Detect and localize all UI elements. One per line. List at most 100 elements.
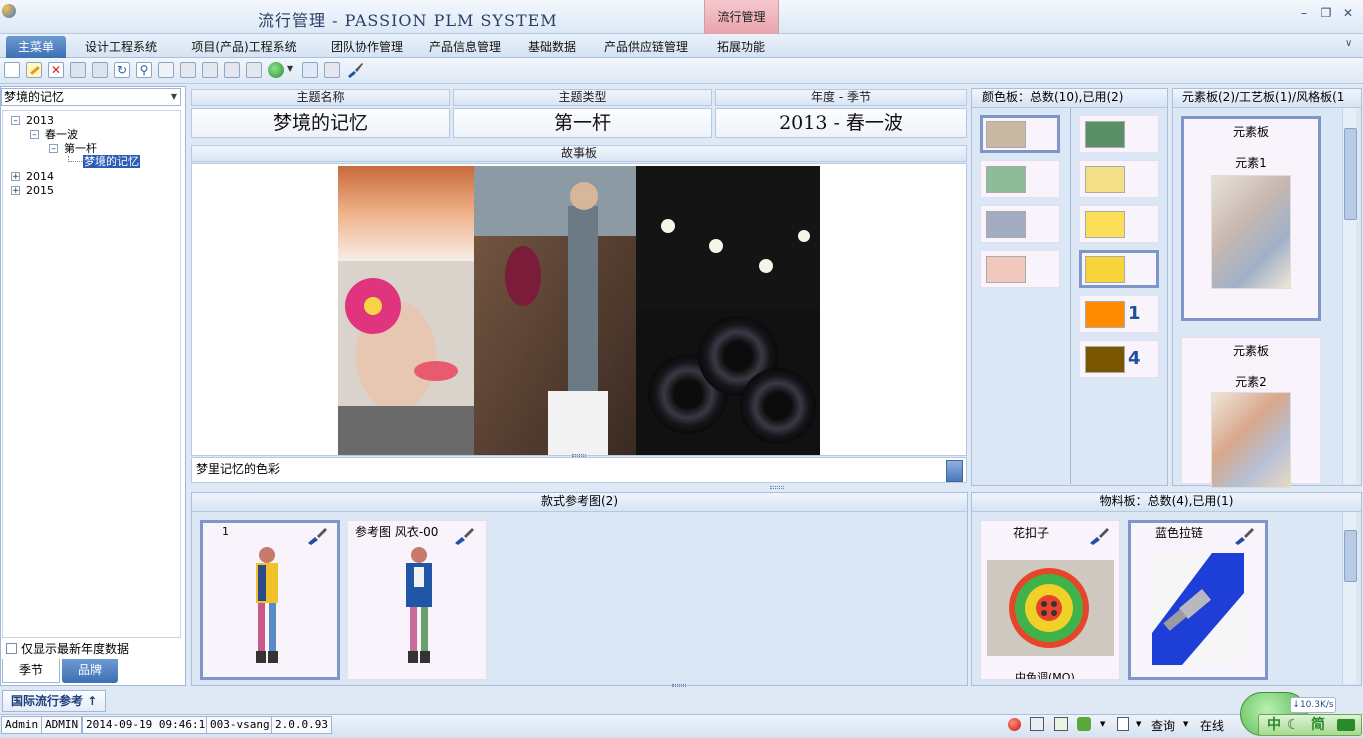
save-icon[interactable] [70,62,86,78]
color-swatch [1085,346,1125,373]
paint-brush-icon[interactable] [1233,527,1255,545]
print-disabled-icon[interactable] [180,62,196,78]
tree-toggle-icon[interactable]: + [11,172,20,182]
material-card-label: 花扣子 [1013,526,1050,540]
color-usage-count: 4 [1128,348,1141,369]
tree-node-first-pole[interactable]: 第一杆 [64,142,97,155]
color-swatch [986,121,1026,148]
tree-node-2015[interactable]: 2015 [26,184,54,197]
edit-icon[interactable] [26,62,42,78]
calculator-icon[interactable] [1030,717,1044,731]
storyboard-collage-image[interactable] [338,166,820,455]
restore-icon[interactable]: ❐ [1318,6,1334,20]
element-card[interactable]: 元素板 元素1 [1181,116,1321,321]
query-button[interactable]: 查询 [1151,717,1175,734]
tab-brand[interactable]: 品牌 [62,659,118,683]
storyboard-caption[interactable]: 梦里记忆的色彩 [191,457,967,483]
paint-brush-icon[interactable] [346,62,364,78]
dropdown-arrow-icon[interactable]: ▼ [1183,720,1188,728]
dropdown-arrow-icon[interactable]: ▼ [1100,720,1105,728]
status-user-code: Admin [1,716,43,734]
app-title: 流行管理 - PASSION PLM SYSTEM [258,11,558,30]
ime-mode[interactable]: 简 [1311,715,1325,735]
button-thumbnail [987,560,1114,656]
ime-lang[interactable]: 中 [1267,715,1281,735]
status-version: 2.0.0.93 [271,716,332,734]
material-scrollbar[interactable] [1342,512,1357,684]
tab-main-menu[interactable]: 主菜单 [6,36,66,58]
style-thumbnail [244,545,290,667]
chart-icon[interactable] [1054,717,1068,731]
export-icon[interactable] [202,62,218,78]
paint-brush-icon[interactable] [1088,527,1110,545]
approve-icon[interactable] [246,62,262,78]
clipboard-icon[interactable] [1117,717,1129,731]
tab-supply-chain[interactable]: 产品供应链管理 [596,36,696,58]
tab-project-engineering[interactable]: 项目(产品)工程系统 [176,36,312,58]
dropdown-arrow-icon[interactable]: ▼ [1136,720,1141,728]
only-latest-label: 仅显示最新年度数据 [21,642,130,656]
season-label: 年度 - 季节 [715,89,967,106]
tree-toggle-icon[interactable]: + [11,186,20,196]
tab-product-info[interactable]: 产品信息管理 [422,36,508,58]
dropdown-arrow-icon[interactable]: ▼ [287,64,293,73]
refresh-icon[interactable]: ↻ [114,62,130,78]
paint-brush-icon[interactable] [306,527,328,545]
tree-node-wave1[interactable]: 春一波 [45,128,78,141]
puzzle-icon[interactable] [1077,717,1091,731]
delete-icon[interactable]: ✕ [48,62,64,78]
arrow-up-icon: ↑ [87,694,98,708]
close-icon[interactable]: ✕ [1340,6,1356,20]
elements-panel-header: 元素板(2)/工艺板(1)/风格板(1 [1173,89,1361,108]
theme-name-value: 梦境的记忆 [191,108,450,138]
intl-trend-reference-link[interactable]: 国际流行参考 ↑ [2,690,106,712]
tab-team-collaboration[interactable]: 团队协作管理 [324,36,410,58]
tab-design-engineering[interactable]: 设计工程系统 [78,36,164,58]
color-panel-header: 颜色板：总数(10),已用(2) [972,89,1167,108]
tree-toggle-icon[interactable]: – [30,130,39,140]
tab-base-data[interactable]: 基础数据 [520,36,584,58]
preview-icon[interactable]: ⚲ [136,62,152,78]
color-swatch [1085,166,1125,193]
paint-brush-icon[interactable] [453,527,475,545]
theme-select[interactable]: 梦境的记忆 ▼ [1,88,181,106]
element-card[interactable]: 元素板 元素2 [1181,337,1321,488]
elements-scrollbar[interactable] [1342,108,1357,484]
import-icon[interactable] [224,62,240,78]
context-tab[interactable]: 流行管理 [704,0,779,34]
tree-connector [68,156,82,162]
only-latest-checkbox[interactable] [6,643,17,654]
tree-toggle-icon[interactable]: – [49,144,58,154]
tab-season[interactable]: 季节 [2,659,60,683]
splitter-grip[interactable] [572,454,586,457]
splitter-grip[interactable] [770,486,784,489]
green-circle-icon[interactable] [268,62,284,78]
color-swatch [1085,211,1125,238]
element-card-title: 元素板 [1232,344,1269,358]
print-icon[interactable] [158,62,174,78]
tab-extensions[interactable]: 拓展功能 [706,36,776,58]
splitter-grip[interactable] [672,684,686,687]
new-icon[interactable] [4,62,20,78]
element-card-title: 元素板 [1232,125,1269,139]
chevron-down-icon[interactable]: ∨ [1345,38,1352,49]
save-as-icon[interactable] [92,62,108,78]
tree-node-2014[interactable]: 2014 [26,170,54,183]
style-thumbnail [396,545,442,667]
record-icon[interactable] [1008,718,1021,731]
tree-node-2013[interactable]: 2013 [26,114,54,127]
copy-icon[interactable] [302,62,318,78]
ime-toolbar[interactable]: 中 ☾ 简 [1258,714,1362,736]
season-value: 2013 - 春一波 [715,108,967,138]
paste-icon[interactable] [324,62,340,78]
chevron-down-icon: ▼ [170,92,177,101]
minimize-icon[interactable]: – [1296,6,1312,20]
theme-select-value: 梦境的记忆 [4,90,65,104]
color-swatch [986,256,1026,283]
caption-scroll-button[interactable] [946,460,963,482]
tree-toggle-icon[interactable]: – [11,116,20,126]
tree-node-dream-memory[interactable]: 梦境的记忆 [83,155,140,168]
material-card-sub: 中色调(MQ) [1015,671,1075,680]
network-speed-value: ↓10.3K/s [1290,697,1336,713]
network-speed-text: 10.3K/s [1299,700,1334,710]
